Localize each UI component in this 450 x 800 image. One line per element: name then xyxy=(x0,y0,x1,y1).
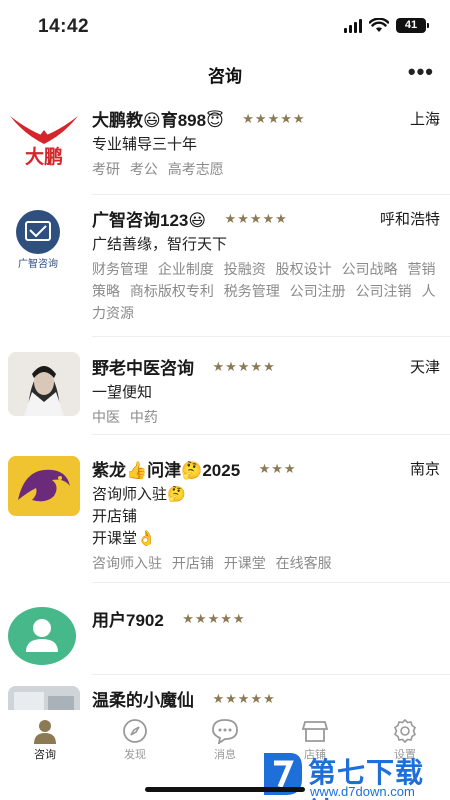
consultant-name: 大鹏教😃育898😇 xyxy=(92,111,224,130)
tag: 考公 xyxy=(129,161,158,177)
consultant-tags: 考研 考公 高考志愿 xyxy=(92,158,440,180)
consultant-name: 野老中医咨询 xyxy=(92,359,194,378)
svg-text:大鹏: 大鹏 xyxy=(25,145,63,168)
tag: 企业制度 xyxy=(157,261,214,277)
tab-label: 咨询 xyxy=(34,749,56,761)
tab-label: 发现 xyxy=(124,749,146,761)
wifi-icon xyxy=(369,18,389,32)
consultant-description: 专业辅导三十年 xyxy=(92,136,198,153)
tab-discover[interactable]: 发现 xyxy=(90,718,180,762)
tag: 股权设计 xyxy=(275,261,332,277)
more-options-icon[interactable]: ••• xyxy=(408,61,434,83)
consultant-tags: 中医 中药 xyxy=(92,406,440,428)
tag: 商标版权专利 xyxy=(129,283,214,299)
cellular-signal-icon xyxy=(344,18,362,33)
consultant-description: 开课堂👌 xyxy=(92,530,156,547)
consultant-name: 广智咨询123😃 xyxy=(92,211,207,230)
default-user-avatar-icon xyxy=(8,607,76,665)
watermark-url: www.d7down.com xyxy=(310,784,415,799)
consultant-tags: 财务管理 企业制度 投融资 股权设计 公司战略 营销策略 商标版权专利 税务管理… xyxy=(92,258,440,324)
guangzhi-logo-icon: 广智咨询 xyxy=(16,210,60,268)
consultant-item[interactable]: 用户7902 ★★★★★ xyxy=(0,602,450,675)
consultant-description: 咨询师入驻🤔 xyxy=(92,486,186,503)
avatar xyxy=(8,606,76,666)
consultant-description: 广结善缘，智行天下 xyxy=(92,236,228,253)
rating-stars: ★★★★★ xyxy=(242,110,306,126)
tag: 高考志愿 xyxy=(167,161,224,177)
consultant-description: 开店铺 xyxy=(92,508,138,525)
rating-stars: ★★★ xyxy=(258,460,297,476)
avatar: 大鹏 xyxy=(8,108,80,168)
tag: 中药 xyxy=(129,409,158,425)
avatar-text: 广智咨询 xyxy=(18,257,58,268)
avatar xyxy=(8,352,80,416)
consultant-item[interactable]: 野老中医咨询 ★★★★★ 天津 一望便知 中医 中药 xyxy=(0,348,450,435)
consultant-description: 一望便知 xyxy=(92,384,153,401)
home-indicator xyxy=(145,787,305,792)
tag: 投融资 xyxy=(223,261,266,277)
tag: 中医 xyxy=(92,409,120,425)
consultant-tags: 咨询师入驻 开店铺 开课堂 在线客服 xyxy=(92,552,440,574)
consultant-name: 用户7902 xyxy=(92,611,164,630)
page-title: 咨询 xyxy=(208,67,242,86)
consultant-item[interactable]: 大鹏 大鹏教😃育898😇 ★★★★★ 上海 专业辅导三十年 考研 考公 高考志愿 xyxy=(0,104,450,195)
tag: 税务管理 xyxy=(223,283,280,299)
eagle-logo-icon: 大鹏 xyxy=(10,116,78,168)
nav-bar: 咨询 ••• xyxy=(0,50,450,96)
battery-icon: 41 xyxy=(396,18,429,33)
store-icon xyxy=(302,721,328,742)
person-icon xyxy=(34,720,56,744)
tag: 开店铺 xyxy=(171,555,214,571)
rating-stars: ★★★★★ xyxy=(212,358,276,374)
tag: 公司战略 xyxy=(341,261,398,277)
consultant-name: 紫龙👍问津🤔2025 xyxy=(92,461,241,480)
divider xyxy=(92,582,450,583)
status-bar: 14:42 41 xyxy=(0,0,450,50)
divider xyxy=(92,674,450,675)
status-icons: 41 xyxy=(344,18,429,33)
gear-icon xyxy=(394,718,416,744)
tag: 考研 xyxy=(92,161,120,177)
consultant-item[interactable]: 紫龙👍问津🤔2025 ★★★ 南京 咨询师入驻🤔 开店铺 开课堂👌 咨询师入驻 … xyxy=(0,448,450,583)
tag: 在线客服 xyxy=(275,555,332,571)
compass-icon xyxy=(123,719,147,743)
tag: 公司注册 xyxy=(289,283,346,299)
status-time: 14:42 xyxy=(38,16,90,37)
tag: 公司注销 xyxy=(355,283,412,299)
ink-portrait-image xyxy=(8,352,80,416)
divider xyxy=(92,194,450,195)
divider xyxy=(92,336,450,337)
purple-dragon-icon xyxy=(8,456,80,516)
consultant-name: 温柔的小魔仙 xyxy=(92,691,194,710)
avatar xyxy=(8,456,80,516)
consultant-list: 大鹏 大鹏教😃育898😇 ★★★★★ 上海 专业辅导三十年 考研 考公 高考志愿 xyxy=(0,96,450,716)
consultant-city: 上海 xyxy=(409,111,440,128)
avatar: 广智咨询 xyxy=(8,208,80,268)
tag: 财务管理 xyxy=(92,261,148,277)
rating-stars: ★★★★★ xyxy=(182,610,246,626)
chat-bubble-icon xyxy=(212,719,238,744)
tab-consult[interactable]: 咨询 xyxy=(0,718,90,762)
consultant-city: 南京 xyxy=(409,461,440,478)
rating-stars: ★★★★★ xyxy=(212,690,276,706)
tag: 咨询师入驻 xyxy=(92,555,162,571)
tag: 开课堂 xyxy=(223,555,266,571)
consultant-item[interactable]: 广智咨询 广智咨询123😃 ★★★★★ 呼和浩特 广结善缘，智行天下 财务管理 … xyxy=(0,204,450,337)
rating-stars: ★★★★★ xyxy=(224,210,288,226)
consultant-city: 呼和浩特 xyxy=(379,211,440,228)
consultant-city: 天津 xyxy=(409,359,440,376)
divider xyxy=(92,434,450,435)
